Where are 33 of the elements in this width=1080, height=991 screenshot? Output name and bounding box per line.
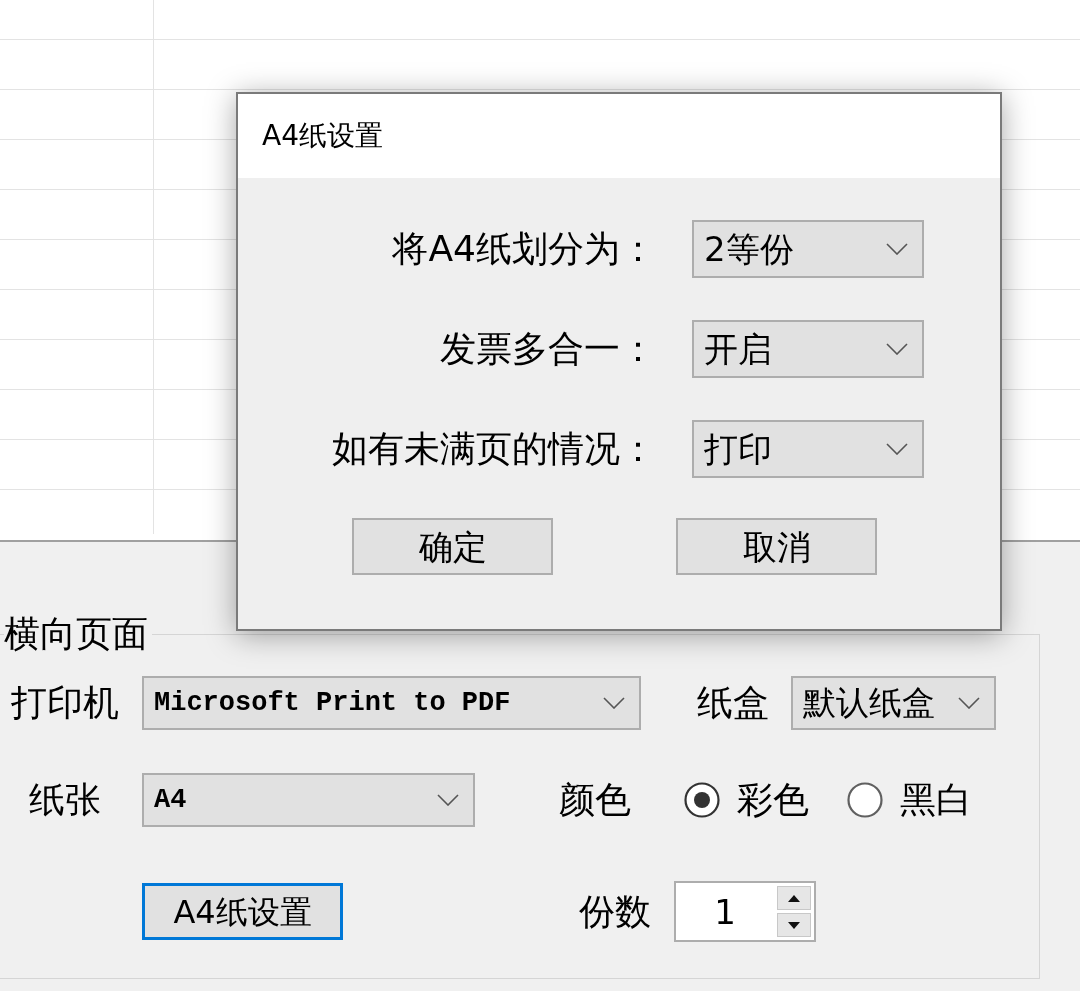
spin-down-button[interactable] bbox=[777, 913, 811, 937]
field-label: 发票多合一： bbox=[439, 331, 656, 367]
chevron-down-icon bbox=[886, 443, 908, 455]
chevron-down-icon bbox=[886, 243, 908, 255]
up-triangle-icon bbox=[788, 894, 800, 902]
field-label: 份数 bbox=[579, 893, 651, 930]
field-label: 将A4纸划分为： bbox=[391, 231, 656, 267]
radio-label[interactable]: 彩色 bbox=[737, 782, 809, 818]
dropdown[interactable]: 2等份 bbox=[692, 220, 924, 278]
field-label: 如有未满页的情况： bbox=[331, 431, 656, 467]
radio-button[interactable] bbox=[847, 782, 883, 818]
dialog-title: A4纸设置 bbox=[262, 122, 383, 150]
field-label: 纸盒 bbox=[697, 685, 769, 721]
spin-up-button[interactable] bbox=[777, 886, 811, 910]
dropdown[interactable]: A4 bbox=[142, 773, 475, 827]
radio-button[interactable] bbox=[684, 782, 720, 818]
down-triangle-icon bbox=[788, 921, 800, 929]
dropdown[interactable]: 默认纸盒 bbox=[791, 676, 996, 730]
group-title: 横向页面 bbox=[4, 614, 149, 654]
chevron-down-icon bbox=[886, 343, 908, 355]
chevron-down-icon bbox=[958, 697, 980, 709]
dropdown[interactable]: 打印 bbox=[692, 420, 924, 478]
field-label: 纸张 bbox=[28, 782, 102, 818]
chevron-down-icon bbox=[603, 697, 625, 709]
a4-settings-button[interactable]: A4纸设置 bbox=[142, 883, 343, 940]
chevron-down-icon bbox=[437, 794, 459, 806]
dialog-button[interactable]: 取消 bbox=[676, 518, 877, 575]
field-label: 颜色 bbox=[559, 782, 631, 818]
dropdown[interactable]: 开启 bbox=[692, 320, 924, 378]
dialog-button[interactable]: 确定 bbox=[352, 518, 553, 575]
field-label: 打印机 bbox=[10, 685, 120, 721]
radio-label[interactable]: 黑白 bbox=[900, 782, 972, 818]
dropdown[interactable]: Microsoft Print to PDF bbox=[142, 676, 641, 730]
